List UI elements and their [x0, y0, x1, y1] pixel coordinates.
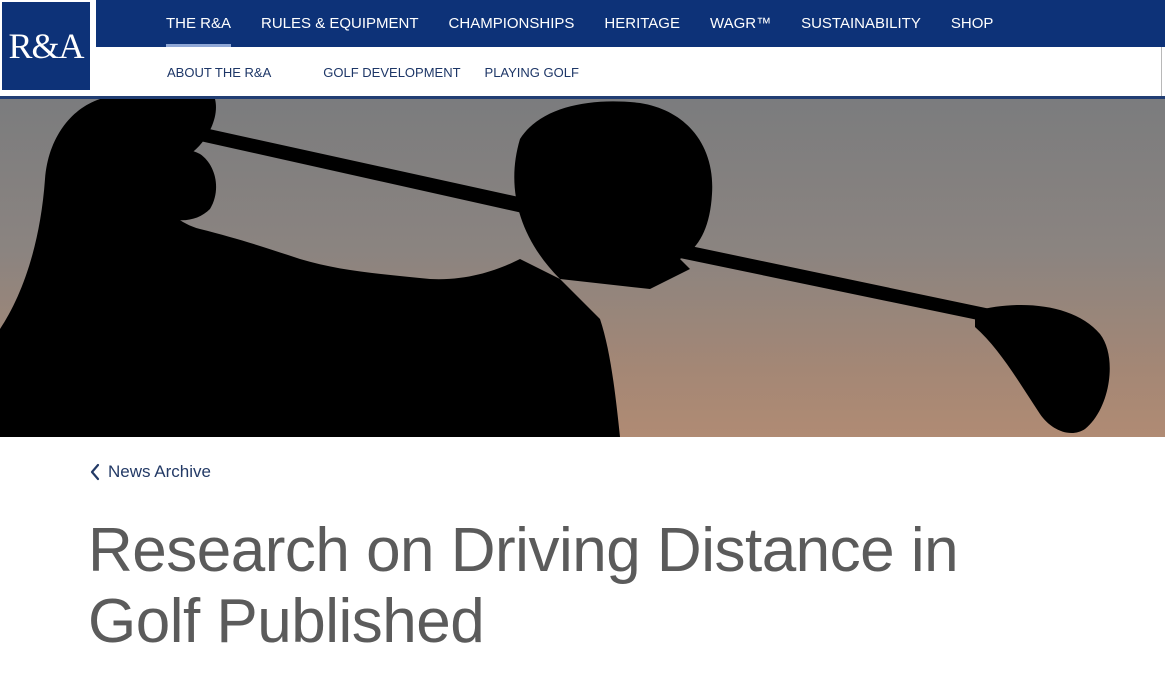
nav-item-heritage[interactable]: HERITAGE: [604, 0, 680, 47]
article-title: Research on Driving Distance in Golf Pub…: [88, 516, 959, 656]
chevron-left-icon: [90, 463, 100, 481]
subnav-item-golf-development[interactable]: GOLF DEVELOPMENT: [323, 60, 460, 86]
hero-image: [0, 99, 1165, 437]
nav-item-rules-equipment[interactable]: RULES & EQUIPMENT: [261, 0, 419, 47]
secondary-nav: ABOUT THE R&A GOLF DEVELOPMENT PLAYING G…: [167, 60, 579, 86]
nav-item-shop[interactable]: SHOP: [951, 0, 994, 47]
golfer-silhouette-icon: [0, 99, 1165, 437]
primary-nav: THE R&A RULES & EQUIPMENT CHAMPIONSHIPS …: [166, 0, 1023, 47]
news-archive-label: News Archive: [108, 462, 211, 481]
nav-item-sustainability[interactable]: SUSTAINABILITY: [801, 0, 921, 47]
nav-item-the-ra[interactable]: THE R&A: [166, 0, 232, 47]
news-archive-link[interactable]: News Archive: [88, 461, 211, 483]
nav-item-championships[interactable]: CHAMPIONSHIPS: [449, 0, 575, 47]
subnav-item-about[interactable]: ABOUT THE R&A: [167, 60, 271, 86]
site-header: R&A THE R&A RULES & EQUIPMENT CHAMPIONSH…: [0, 0, 1165, 100]
scrollbar-edge: [1161, 47, 1162, 97]
primary-nav-bar: THE R&A RULES & EQUIPMENT CHAMPIONSHIPS …: [96, 0, 1165, 47]
ra-logo[interactable]: R&A: [2, 2, 90, 90]
subnav-item-playing-golf[interactable]: PLAYING GOLF: [485, 60, 579, 86]
nav-item-wagr[interactable]: WAGR™: [710, 0, 771, 47]
